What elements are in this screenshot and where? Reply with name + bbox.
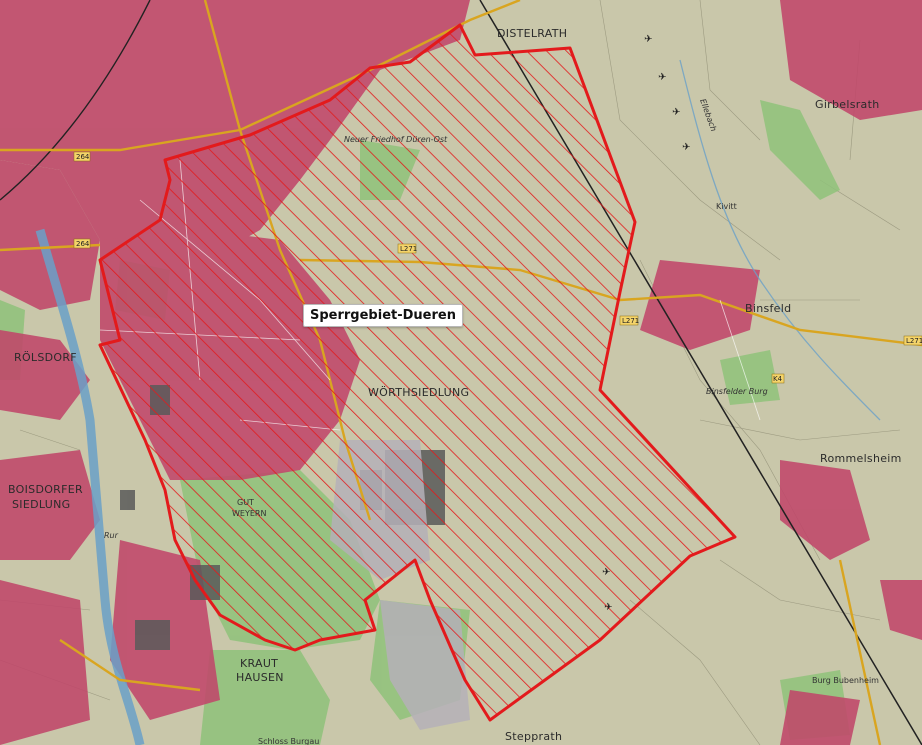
place-label-distelrath: DISTELRATH [497, 27, 567, 40]
place-label-girbelsrath: Girbelsrath [815, 98, 880, 111]
topographic-map[interactable]: DISTELRATH Girbelsrath Binsfeld RÖLSDORF… [0, 0, 922, 745]
place-label-hausen: HAUSEN [236, 671, 284, 684]
place-label-kraut: KRAUT [240, 657, 278, 670]
airplane-icon: ✈ [658, 72, 666, 83]
place-label-schloss-burgau: Schloss Burgau [258, 737, 319, 745]
road-shield-label: L271 [622, 317, 639, 325]
place-label-weyern: WEYERN [232, 509, 266, 518]
place-label-stepprath: Stepprath [505, 730, 562, 743]
restricted-area-label[interactable]: Sperrgebiet-Dueren [303, 304, 463, 327]
airplane-icon: ✈ [604, 602, 612, 613]
airplane-icon: ✈ [644, 34, 652, 45]
place-label-kivitt: Kivitt [716, 202, 737, 211]
road-shield-label: L271 [906, 337, 922, 345]
place-label-binsfelder-burg: Binsfelder Burg [706, 387, 768, 396]
place-label-worthsiedlung: WÖRTHSIEDLUNG [368, 386, 469, 399]
road-shield-label: 264 [76, 153, 90, 161]
place-label-siedlung: SIEDLUNG [12, 498, 70, 511]
map-canvas: DISTELRATH Girbelsrath Binsfeld RÖLSDORF… [0, 0, 922, 745]
place-label-rommelsheim: Rommelsheim [820, 452, 902, 465]
river-label-rur: Rur [104, 531, 119, 540]
place-label-burg-bubenheim: Burg Bubenheim [812, 676, 879, 685]
place-label-boisdorfer: BOISDORFER [8, 483, 83, 496]
road-shield-label: 264 [76, 240, 90, 248]
airplane-icon: ✈ [602, 567, 610, 578]
place-label-rolsdorf: RÖLSDORF [14, 351, 77, 364]
place-label-friedhof: Neuer Friedhof Düren-Ost [344, 135, 448, 144]
place-label-binsfeld: Binsfeld [745, 302, 791, 315]
place-label-gut: GUT [237, 498, 254, 507]
airplane-icon: ✈ [682, 142, 690, 153]
road-shield-label: K4 [773, 375, 783, 383]
airplane-icon: ✈ [672, 107, 680, 118]
road-shield-label: L271 [400, 245, 417, 253]
